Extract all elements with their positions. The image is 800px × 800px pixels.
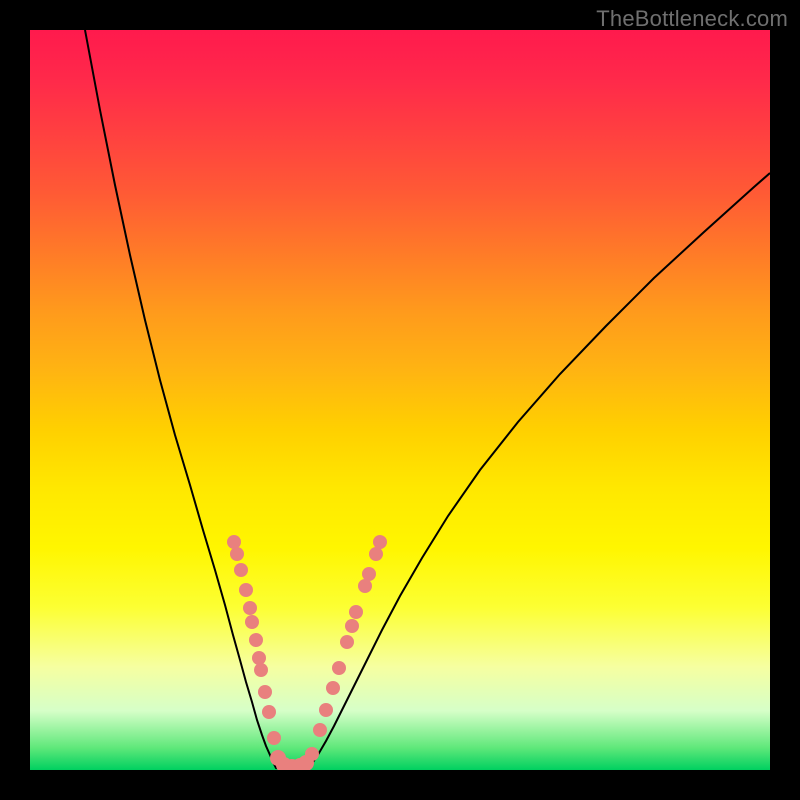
data-marker [319,703,333,717]
data-marker [245,615,259,629]
data-marker [252,651,266,665]
bottleneck-curve [85,30,770,770]
data-marker [239,583,253,597]
data-marker [349,605,363,619]
marker-group [227,535,387,770]
watermark-text: TheBottleneck.com [596,6,788,32]
data-marker [230,547,244,561]
data-marker [249,633,263,647]
curve-group [85,30,770,770]
data-marker [332,661,346,675]
data-marker [313,723,327,737]
chart-frame: TheBottleneck.com [0,0,800,800]
data-marker [369,547,383,561]
data-marker [345,619,359,633]
data-marker [262,705,276,719]
data-marker [340,635,354,649]
data-marker [362,567,376,581]
data-marker [373,535,387,549]
data-marker [267,731,281,745]
data-marker [358,579,372,593]
chart-svg [30,30,770,770]
data-marker [227,535,241,549]
data-marker [305,747,319,761]
data-marker [258,685,272,699]
data-marker [243,601,257,615]
data-marker [254,663,268,677]
data-marker [234,563,248,577]
plot-area [30,30,770,770]
data-marker [326,681,340,695]
